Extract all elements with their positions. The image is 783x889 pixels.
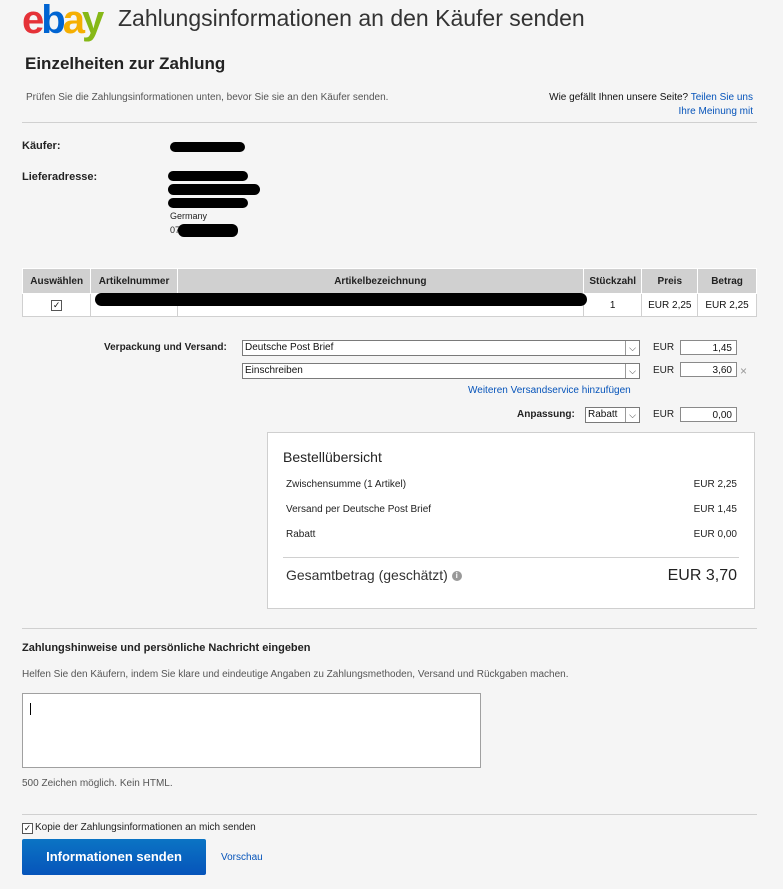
feedback-link-line2[interactable]: Ihre Meinung mit <box>679 106 753 117</box>
shipping-service-select-1[interactable]: Deutsche Post Brief ⌵ <box>242 340 640 356</box>
send-information-button[interactable]: Informationen senden <box>22 839 206 875</box>
currency-label: EUR <box>653 342 675 353</box>
redacted-item-details <box>95 293 587 306</box>
summary-title: Bestellübersicht <box>283 449 382 465</box>
row-select-cell: ✓ <box>21 293 92 317</box>
adjustment-type-select[interactable]: Rabatt ⌵ <box>585 407 640 423</box>
discount-value: EUR 0,00 <box>693 529 737 540</box>
divider <box>22 628 757 629</box>
col-quantity: Stückzahl <box>582 268 643 294</box>
col-select: Auswählen <box>21 268 92 294</box>
redacted-phone <box>178 224 238 237</box>
app-title: Zahlungsinformationen an den Käufer send… <box>118 5 585 31</box>
shipping-summary-value: EUR 1,45 <box>693 504 737 515</box>
preview-link[interactable]: Vorschau <box>221 852 263 863</box>
col-price: Preis <box>641 268 699 294</box>
shipping-service-2-value: Einschreiben <box>245 365 303 376</box>
chevron-down-icon: ⌵ <box>625 364 639 378</box>
page-subtitle: Prüfen Sie die Zahlungsinformationen unt… <box>26 92 389 103</box>
shipping-label: Verpackung und Versand: <box>104 342 227 353</box>
price-cell: EUR 2,25 <box>641 293 699 317</box>
amount-cell: EUR 2,25 <box>697 293 757 317</box>
currency-label: EUR <box>653 409 675 420</box>
shipping-summary-label: Versand per Deutsche Post Brief <box>286 504 432 515</box>
col-amount: Betrag <box>697 268 757 294</box>
add-shipping-service-link[interactable]: Weiteren Versandservice hinzufügen <box>468 385 631 396</box>
text-cursor <box>30 703 31 715</box>
quantity-cell: 1 <box>582 293 643 317</box>
feedback-prompt: Wie gefällt Ihnen unsere Seite? Teilen S… <box>549 91 753 119</box>
order-summary: Bestellübersicht Zwischensumme (1 Artike… <box>267 432 755 609</box>
redacted-address-line <box>168 171 248 181</box>
address-label: Lieferadresse: <box>22 171 98 183</box>
discount-label: Rabatt <box>286 529 316 540</box>
total-label-text: Gesamtbetrag (geschätzt) <box>286 567 448 583</box>
address-country: Germany <box>170 211 208 221</box>
redacted-buyer-name <box>170 142 245 152</box>
buyer-label: Käufer: <box>22 140 61 152</box>
col-item-title: Artikelbezeichnung <box>176 268 584 294</box>
copy-checkbox-label[interactable]: Kopie der Zahlungsinformationen an mich … <box>35 822 256 833</box>
feedback-question: Wie gefällt Ihnen unsere Seite? <box>549 92 689 103</box>
info-icon[interactable]: i <box>451 571 462 582</box>
shipping-cost-1-input[interactable]: 1,45 <box>680 340 737 355</box>
row-select-checkbox[interactable]: ✓ <box>51 299 63 311</box>
chevron-down-icon: ⌵ <box>625 408 639 422</box>
table-header-row: Auswählen Artikelnummer Artikelbezeichnu… <box>21 268 757 294</box>
message-title: Zahlungshinweise und persönliche Nachric… <box>22 642 311 654</box>
divider <box>22 814 757 815</box>
adjustment-label: Anpassung: <box>517 409 575 420</box>
ebay-logo[interactable]: ebay <box>22 0 104 40</box>
subtotal-label: Zwischensumme (1 Artikel) <box>286 479 407 490</box>
adjustment-type-value: Rabatt <box>588 409 618 420</box>
feedback-link[interactable]: Teilen Sie uns <box>691 92 753 103</box>
shipping-cost-2-input[interactable]: 3,60 <box>680 362 737 377</box>
close-icon[interactable]: × <box>740 364 747 378</box>
currency-label: EUR <box>653 365 675 376</box>
total-label: Gesamtbetrag (geschätzt) i <box>286 567 462 583</box>
summary-divider <box>283 557 739 558</box>
chevron-down-icon: ⌵ <box>625 341 639 355</box>
adjustment-value-input[interactable]: 0,00 <box>680 407 737 422</box>
copy-checkbox[interactable]: ✓ <box>22 823 33 834</box>
message-help: Helfen Sie den Käufern, indem Sie klare … <box>22 669 569 680</box>
total-value: EUR 3,70 <box>667 567 737 584</box>
shipping-service-select-2[interactable]: Einschreiben ⌵ <box>242 363 640 379</box>
col-item-number: Artikelnummer <box>90 268 178 294</box>
message-textarea[interactable] <box>22 693 481 768</box>
page-title: Einzelheiten zur Zahlung <box>25 54 226 73</box>
shipping-service-1-value: Deutsche Post Brief <box>245 342 334 353</box>
redacted-address-line <box>168 184 260 195</box>
redacted-address-line <box>168 198 248 208</box>
divider <box>22 122 757 123</box>
subtotal-value: EUR 2,25 <box>693 479 737 490</box>
character-limit-note: 500 Zeichen möglich. Kein HTML. <box>22 778 173 789</box>
